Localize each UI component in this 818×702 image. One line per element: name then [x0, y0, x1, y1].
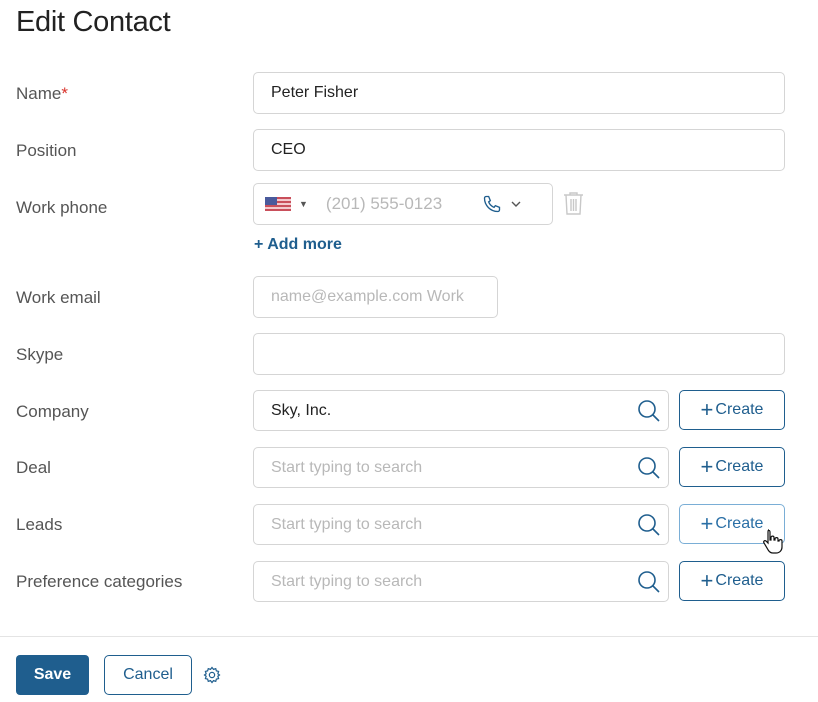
leads-label: Leads [16, 515, 63, 534]
leads-input[interactable]: Start typing to search [253, 504, 669, 545]
required-mark: * [61, 84, 68, 103]
leads-placeholder: Start typing to search [271, 515, 423, 533]
search-icon[interactable] [637, 513, 661, 537]
create-deal-button[interactable]: + Create [679, 447, 785, 487]
plus-icon: + [700, 568, 714, 593]
chevron-down-icon [511, 201, 521, 207]
phone-placeholder: (201) 555-0123 [325, 194, 443, 213]
work-email-label: Work email [16, 288, 101, 307]
plus-icon: + [700, 397, 714, 422]
preference-categories-label: Preference categories [16, 572, 183, 591]
deal-label: Deal [16, 458, 51, 477]
company-label: Company [16, 402, 89, 421]
name-value: Peter Fisher [271, 84, 359, 101]
skype-input[interactable] [253, 333, 785, 375]
search-icon[interactable] [637, 456, 661, 480]
page-title: Edit Contact [16, 6, 171, 38]
position-value: CEO [271, 141, 306, 158]
save-button[interactable]: Save [16, 655, 89, 695]
deal-input[interactable]: Start typing to search [253, 447, 669, 488]
create-company-button[interactable]: + Create [679, 390, 785, 430]
work-phone-input[interactable]: ▼ (201) 555-0123 [253, 183, 553, 225]
name-label: Name* [16, 84, 68, 104]
name-label-text: Name [16, 84, 62, 103]
work-email-input[interactable]: name@example.com Work [253, 276, 498, 318]
create-label: Create [715, 515, 764, 532]
create-preference-categories-button[interactable]: + Create [679, 561, 785, 601]
work-phone-label: Work phone [16, 198, 108, 217]
work-email-placeholder: name@example.com Work [271, 288, 464, 305]
preference-categories-placeholder: Start typing to search [271, 572, 423, 590]
plus-icon: + [700, 454, 714, 479]
create-label: Create [715, 572, 764, 589]
deal-placeholder: Start typing to search [271, 458, 423, 476]
phone-icon [483, 195, 501, 213]
cancel-button[interactable]: Cancel [104, 655, 192, 695]
hand-cursor-icon [763, 529, 783, 554]
trash-icon[interactable] [563, 191, 584, 215]
us-flag-icon [265, 197, 291, 211]
add-more-link[interactable]: + Add more [254, 236, 342, 254]
phone-type-selector[interactable] [482, 194, 522, 214]
company-input[interactable]: Sky, Inc. [253, 390, 669, 431]
position-label: Position [16, 141, 77, 160]
country-selector[interactable]: ▼ [265, 197, 308, 211]
footer-divider [0, 636, 818, 637]
create-label: Create [715, 401, 764, 418]
skype-label: Skype [16, 345, 64, 364]
name-input[interactable]: Peter Fisher [253, 72, 785, 114]
gear-icon[interactable] [203, 666, 221, 684]
company-value: Sky, Inc. [271, 401, 332, 419]
search-icon[interactable] [637, 399, 661, 423]
preference-categories-input[interactable]: Start typing to search [253, 561, 669, 602]
plus-icon: + [700, 511, 714, 536]
search-icon[interactable] [637, 570, 661, 594]
position-input[interactable]: CEO [253, 129, 785, 171]
country-caret-icon: ▼ [299, 199, 308, 209]
create-label: Create [715, 458, 764, 475]
